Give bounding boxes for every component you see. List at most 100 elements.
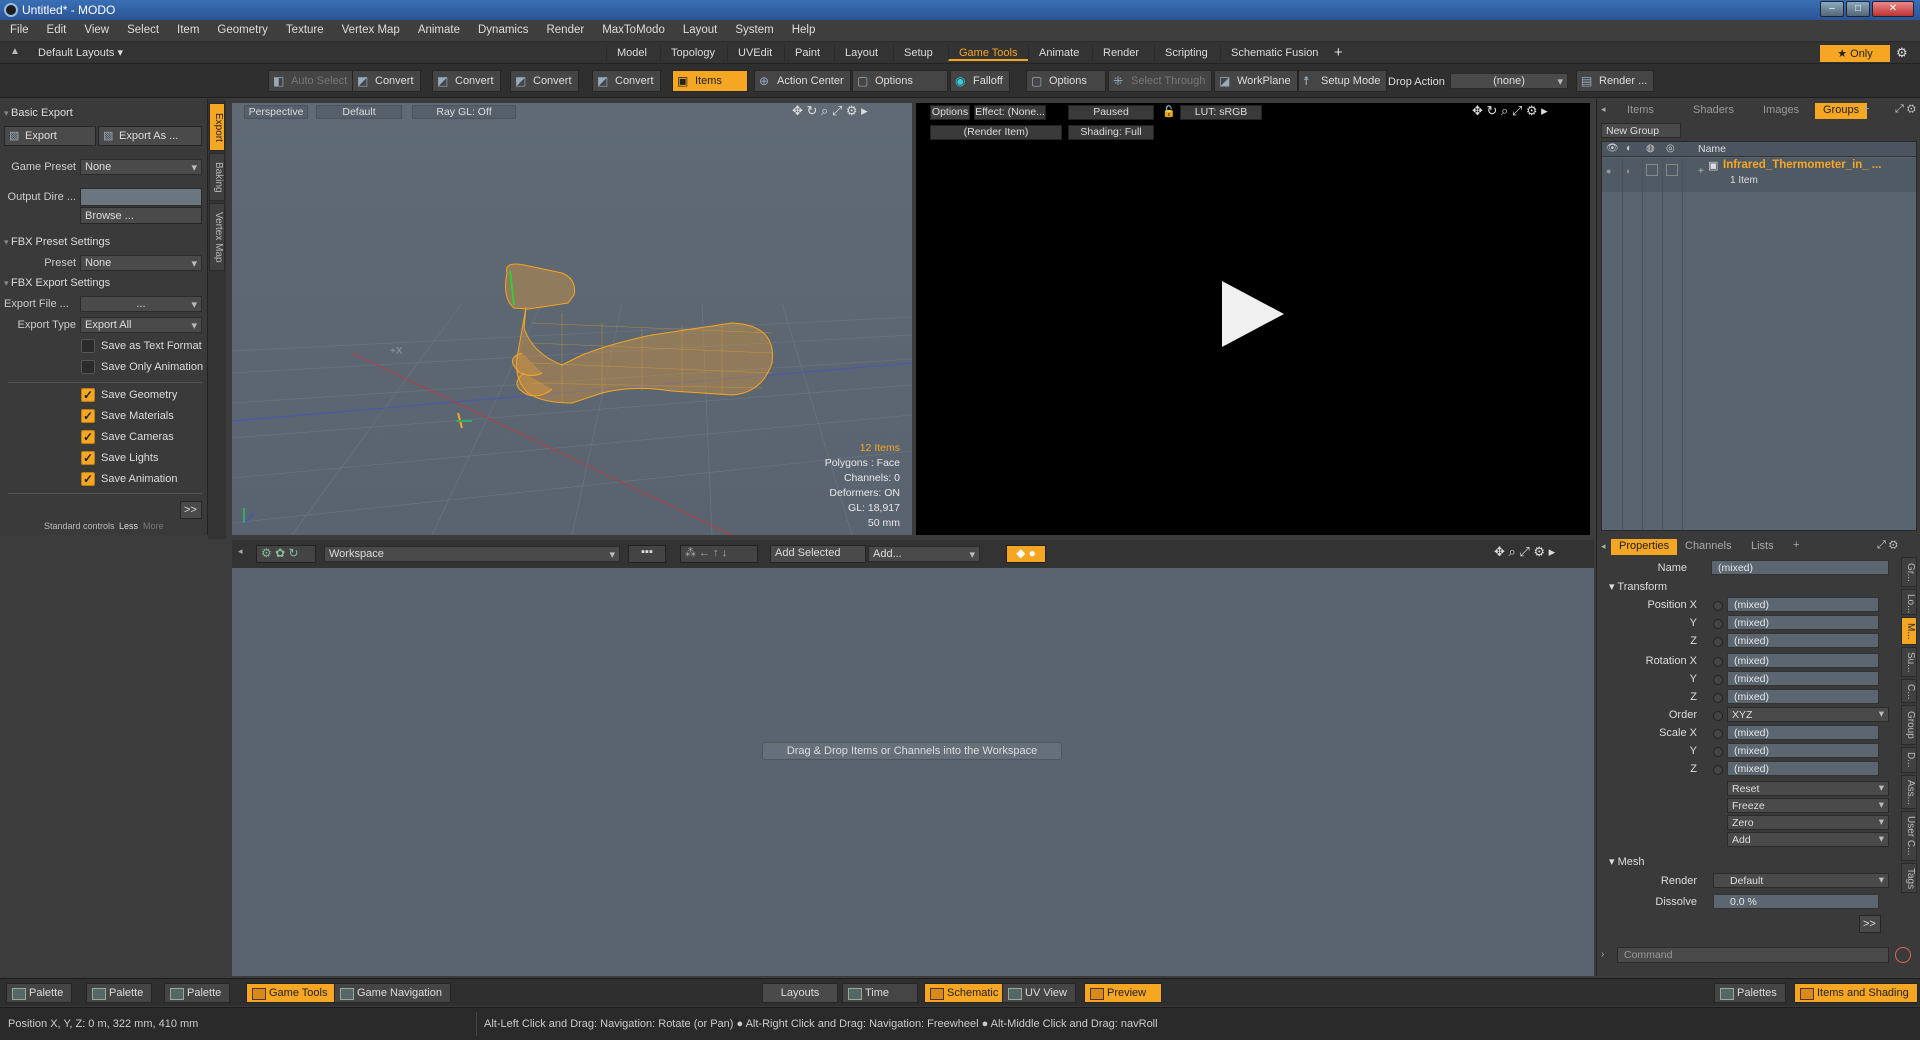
game-preset-dropdown[interactable]: None xyxy=(80,159,202,175)
vtab-m[interactable]: M... xyxy=(1901,617,1917,645)
save-lights-checkbox[interactable]: ✓ xyxy=(81,451,95,465)
scale-x-field[interactable]: (mixed) xyxy=(1727,725,1879,740)
3d-viewport[interactable]: +X Perspective Default Ray GL: Off ✥ ↻ ⌕… xyxy=(232,103,912,535)
render-toggle-icon[interactable]: ◐ xyxy=(1626,166,1631,176)
time-button[interactable]: Time xyxy=(842,983,918,1003)
palettes-button[interactable]: Palettes xyxy=(1714,983,1786,1003)
vtab-ass[interactable]: Ass... xyxy=(1901,775,1917,809)
vtab-baking[interactable]: Baking xyxy=(209,153,225,201)
save-geometry-checkbox[interactable]: ✓ xyxy=(81,388,95,402)
position-z-field[interactable]: (mixed) xyxy=(1727,633,1879,648)
vtab-export[interactable]: Export xyxy=(209,103,225,151)
convert-button-3[interactable]: ◩ Convert xyxy=(510,70,579,92)
group-row[interactable]: ● ◐ + ▣ Infrared_Thermometer_in_ ... 1 I… xyxy=(1602,158,1916,192)
setup-mode-button[interactable]: ☨ Setup Mode xyxy=(1298,70,1388,92)
view-style-dropdown[interactable]: Default xyxy=(316,105,402,119)
panel-expand-icons[interactable]: ⤢ ⚙ xyxy=(1877,539,1898,552)
browse-button[interactable]: Browse ... xyxy=(80,207,202,224)
vtab-gr[interactable]: Gr... xyxy=(1901,557,1917,587)
render-dropdown[interactable]: Default xyxy=(1713,873,1889,888)
command-input[interactable]: Command xyxy=(1617,947,1889,963)
output-dir-field[interactable] xyxy=(80,188,202,206)
layouts-button[interactable]: Layouts xyxy=(762,983,838,1003)
grid-layout-icon[interactable]: ▪▪▪ xyxy=(628,545,666,563)
save-as-text-checkbox[interactable] xyxy=(81,339,95,353)
keyframe-dot[interactable] xyxy=(1713,747,1723,757)
schematic-tool-icons[interactable]: ⚙ ✿ ↻ xyxy=(256,545,316,563)
keyframe-dot[interactable] xyxy=(1713,619,1723,629)
tab-channels[interactable]: Channels xyxy=(1677,539,1739,555)
lock-column-icon[interactable]: ◍ xyxy=(1646,143,1655,154)
tab-shaders[interactable]: Shaders xyxy=(1685,103,1742,119)
keyframe-dot[interactable] xyxy=(1713,693,1723,703)
scale-y-field[interactable]: (mixed) xyxy=(1727,743,1879,758)
keyframe-dot[interactable] xyxy=(1713,637,1723,647)
tab-groups[interactable]: Groups xyxy=(1815,103,1868,119)
expand-icon[interactable]: + xyxy=(1698,166,1704,177)
tab-animate[interactable]: Animate xyxy=(1028,45,1089,61)
scale-z-field[interactable]: (mixed) xyxy=(1727,761,1879,776)
keyframe-dot[interactable] xyxy=(1713,765,1723,775)
items-mode-button[interactable]: ▣ Items xyxy=(672,70,748,92)
game-navigation-button[interactable]: Game Navigation xyxy=(334,983,451,1003)
auto-select-button[interactable]: ◧ Auto Select xyxy=(268,70,355,92)
palette-button-2[interactable]: Palette xyxy=(86,983,153,1003)
vtab-vertex-map[interactable]: Vertex Map xyxy=(209,203,225,271)
hand-thermometer-mesh[interactable] xyxy=(505,263,773,404)
render-options-button[interactable]: Options xyxy=(930,105,970,120)
tab-lists[interactable]: Lists xyxy=(1743,539,1782,555)
save-cameras-checkbox[interactable]: ✓ xyxy=(81,430,95,444)
render-item-dropdown[interactable]: (Render Item) xyxy=(930,125,1062,140)
raygl-toggle[interactable]: Ray GL: Off xyxy=(412,105,516,119)
items-and-shading-button[interactable]: Items and Shading xyxy=(1794,983,1918,1003)
minimize-button[interactable]: – xyxy=(1820,1,1844,17)
tab-game-tools[interactable]: Game Tools xyxy=(948,45,1028,61)
zero-dropdown[interactable]: Zero xyxy=(1727,815,1889,830)
mesh-header[interactable]: ▾ Mesh xyxy=(1609,855,1644,868)
panel-expand-icons[interactable]: ⤢ ⚙ xyxy=(1895,103,1916,116)
keyframe-dot[interactable] xyxy=(1713,711,1723,721)
vtab-su[interactable]: Su... xyxy=(1901,647,1917,677)
render-nav-icons[interactable]: ✥ ↻ ⌕ ⤢ ⚙ ▸ xyxy=(1472,103,1548,119)
menu-select[interactable]: Select xyxy=(117,20,167,36)
save-only-animation-checkbox[interactable] xyxy=(81,360,95,374)
lock-toggle[interactable] xyxy=(1646,164,1658,176)
command-record-icon[interactable] xyxy=(1895,947,1911,963)
dissolve-field[interactable]: 0.0 % xyxy=(1713,894,1879,909)
transform-header[interactable]: ▾ Transform xyxy=(1609,580,1667,593)
menu-system[interactable]: System xyxy=(725,20,781,36)
viewport-nav-icons[interactable]: ✥ ↻ ⌕ ⤢ ⚙ ▸ xyxy=(792,103,868,119)
tab-paint[interactable]: Paint xyxy=(784,45,830,61)
palette-button-1[interactable]: Palette xyxy=(6,983,73,1003)
basic-export-header[interactable]: Basic Export xyxy=(4,107,73,123)
add-tab-button[interactable]: + xyxy=(1863,103,1869,115)
add-layout-button[interactable]: + xyxy=(1334,44,1343,61)
game-tools-button[interactable]: Game Tools xyxy=(246,983,337,1003)
vtab-lo[interactable]: Lo... xyxy=(1901,589,1917,615)
tab-schematic-fusion[interactable]: Schematic Fusion xyxy=(1220,45,1328,61)
arrange-icons[interactable]: ⁂ ← ↑ ↓ xyxy=(680,545,758,563)
less-link[interactable]: Less xyxy=(119,521,138,531)
vtab-c[interactable]: C... xyxy=(1901,679,1917,703)
render-toggle-icon[interactable]: ◐ xyxy=(1626,143,1632,154)
options-button-2[interactable]: ▢ Options xyxy=(1026,70,1106,92)
convert-button-2[interactable]: ◩ Convert xyxy=(432,70,501,92)
tab-layout[interactable]: Layout xyxy=(834,45,888,61)
tab-scripting[interactable]: Scripting xyxy=(1154,45,1218,61)
position-x-field[interactable]: (mixed) xyxy=(1727,597,1879,612)
drop-action-dropdown[interactable]: (none) xyxy=(1450,73,1568,89)
select-through-button[interactable]: ⁜ Select Through xyxy=(1108,70,1213,92)
save-animation-checkbox[interactable]: ✓ xyxy=(81,472,95,486)
eye-icon[interactable]: 👁 xyxy=(1606,143,1619,154)
convert-button-4[interactable]: ◩ Convert xyxy=(592,70,661,92)
vtab-d[interactable]: D... xyxy=(1901,747,1917,773)
tab-items[interactable]: Items xyxy=(1619,103,1662,119)
menu-item[interactable]: Item xyxy=(167,20,207,36)
render-preview[interactable]: Options Effect: (None... Paused 🔓 LUT: s… xyxy=(916,103,1590,535)
tab-properties[interactable]: Properties xyxy=(1611,539,1678,555)
props-more-button[interactable]: >> xyxy=(1859,915,1881,933)
menu-layout[interactable]: Layout xyxy=(673,20,726,36)
tab-setup[interactable]: Setup xyxy=(893,45,943,61)
falloff-button[interactable]: ◉ Falloff xyxy=(950,70,1010,92)
add-node-dropdown[interactable]: Add... xyxy=(868,546,980,562)
